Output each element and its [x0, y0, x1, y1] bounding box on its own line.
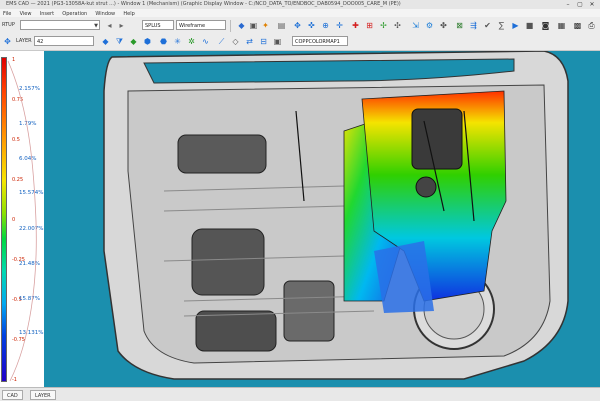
move-icon[interactable]: ✛ [334, 20, 345, 31]
part-icon[interactable]: ⬢ [142, 36, 153, 47]
shaded-box-icon[interactable]: ▤ [276, 20, 287, 31]
window-title: EMS CAD — 2021 (PG3-13058A-kut strut ...… [6, 1, 401, 7]
secondary-toolbar: ✥ LAYER 42 ◆ ⧩ ◆ ⬢ ⬣ ✳ ✲ ∿ ⟋ ◇ ⇄ ⊟ ▣ COP… [0, 34, 600, 51]
door-model [44, 51, 600, 387]
arrow-left-icon[interactable]: ◂ [104, 20, 115, 31]
display-icon[interactable]: ▣ [272, 36, 283, 47]
pocket-mid-left [191, 228, 265, 296]
solid-icon[interactable]: ⬣ [158, 36, 169, 47]
curve-icon[interactable]: ∿ [200, 36, 211, 47]
menu-bar: File View Insert Operation Window Help [0, 9, 600, 17]
layers-icon[interactable]: ⇶ [468, 20, 479, 31]
close-button[interactable]: ✕ [586, 0, 598, 9]
pick-icon[interactable]: ✢ [378, 20, 389, 31]
pan-icon[interactable]: ✜ [306, 20, 317, 31]
pocket-lower-left [195, 310, 277, 352]
maximize-button[interactable]: ▢ [574, 0, 586, 9]
main-toolbar: RTUP ▼ ◂ ▸ SPLUS Wireframe ◆ ▣ ✦ ▤ ✥ ✜ ⊕… [0, 17, 600, 35]
colormap-field[interactable]: COPPCOLORMAP1 [292, 36, 348, 46]
zoom-icon[interactable]: ⊕ [320, 20, 331, 31]
tab-cad[interactable]: CAD [2, 390, 23, 400]
color-legend: 1 0.75 0.5 0.25 0 -0.25 -0.5 -0.75 -1 2.… [0, 51, 44, 387]
vertex-icon[interactable]: ◇ [230, 36, 241, 47]
contour-window-hole [411, 108, 463, 170]
mesh-icon[interactable]: ⊠ [454, 20, 465, 31]
grid-icon[interactable]: ⊞ [364, 20, 375, 31]
layer-label: LAYER [16, 38, 32, 44]
contour-mount-hole [415, 176, 437, 198]
play-icon[interactable]: ▶ [510, 20, 521, 31]
layer-prefix-label: RTUP [2, 22, 15, 28]
tab-layer[interactable]: LAYER [30, 390, 56, 400]
arrow-right-icon[interactable]: ▸ [116, 20, 127, 31]
camera-icon[interactable]: ◙ [540, 20, 551, 31]
part-field[interactable]: SPLUS [142, 20, 174, 30]
rotate-icon[interactable]: ✥ [292, 20, 303, 31]
chevron-down-icon: ▼ [94, 23, 98, 29]
text-icon[interactable]: ∑ [496, 20, 507, 31]
edge-icon[interactable]: ⟋ [216, 36, 227, 47]
legend-curve [7, 60, 37, 382]
section-icon[interactable]: ⊟ [258, 36, 269, 47]
blue-cube-icon[interactable]: ◆ [100, 36, 111, 47]
window-controls: – ▢ ✕ [562, 0, 598, 9]
red-axis-icon[interactable]: ✚ [350, 20, 361, 31]
image-icon[interactable]: ▩ [572, 20, 583, 31]
stop-icon[interactable]: ■ [524, 20, 535, 31]
status-bar: CAD LAYER [0, 387, 600, 401]
tool-icon[interactable]: ✣ [392, 20, 403, 31]
pocket-upper-left [177, 134, 267, 174]
settings-icon[interactable]: ⚙ [424, 20, 435, 31]
green-cube-icon[interactable]: ◆ [128, 36, 139, 47]
surface-icon[interactable]: ⧩ [114, 36, 125, 47]
cube-view-icon[interactable]: ◆ [236, 20, 247, 31]
element-icon[interactable]: ✲ [186, 36, 197, 47]
measure-icon[interactable]: ⇲ [410, 20, 421, 31]
toolbar-separator [230, 20, 231, 32]
contour-lower-patch [374, 241, 434, 313]
command-field[interactable]: ▼ [20, 20, 100, 30]
pocket-center [283, 280, 335, 342]
display-mode-field[interactable]: Wireframe [176, 20, 226, 30]
print-icon[interactable]: ⎙ [586, 20, 597, 31]
minimize-button[interactable]: – [562, 0, 574, 9]
snap-icon[interactable]: ✥ [2, 36, 13, 47]
fit-view-icon[interactable]: ✦ [260, 20, 271, 31]
cube-wire-icon[interactable]: ▣ [248, 20, 259, 31]
check-icon[interactable]: ✔ [482, 20, 493, 31]
layer-field[interactable]: 42 [34, 36, 94, 46]
node-icon[interactable]: ✳ [172, 36, 183, 47]
clipboard-icon[interactable]: ▦ [556, 20, 567, 31]
transform-icon[interactable]: ⇄ [244, 36, 255, 47]
graphics-viewport[interactable] [44, 51, 600, 387]
shape-icon[interactable]: ✤ [438, 20, 449, 31]
